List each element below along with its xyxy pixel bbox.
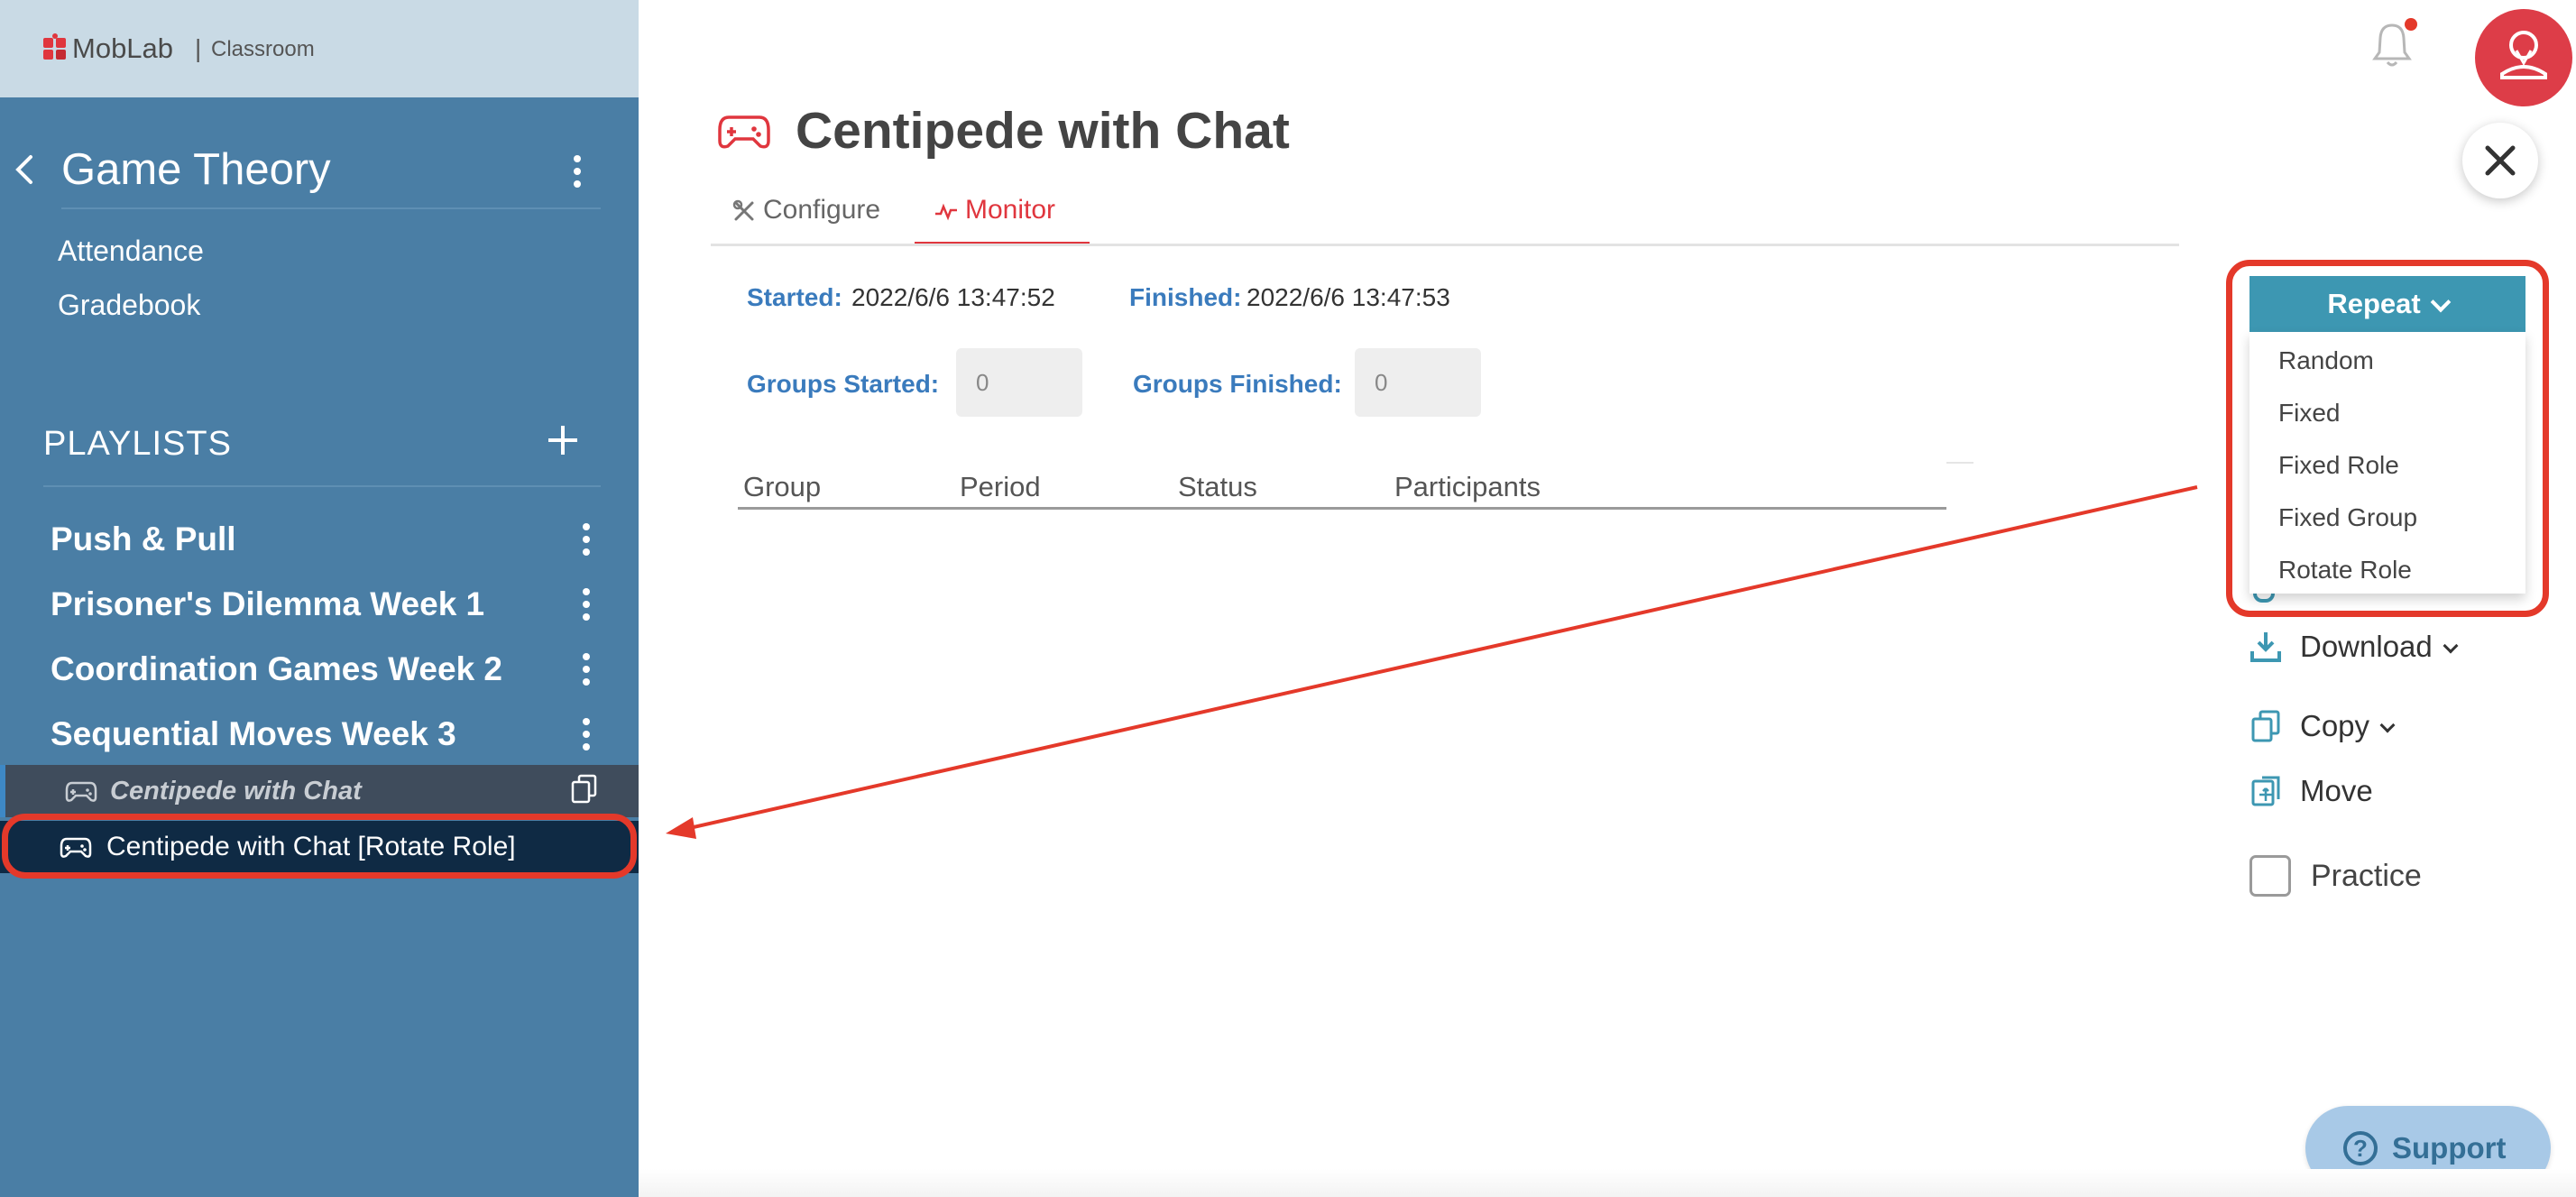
- groups-started-label: Groups Started:: [747, 370, 940, 398]
- brand-separator: |: [195, 34, 202, 62]
- playlist-kebab-menu-icon[interactable]: [580, 653, 593, 689]
- column-header-status[interactable]: Status: [1178, 469, 1257, 505]
- finished-label: Finished:: [1129, 283, 1242, 311]
- moblab-logo-icon: [43, 33, 66, 60]
- finished-value: 2022/6/6 13:47:53: [1247, 283, 1450, 311]
- playlist-item[interactable]: Prisoner's Dilemma Week 1: [51, 583, 484, 626]
- column-header-period[interactable]: Period: [960, 469, 1041, 505]
- close-button[interactable]: [2462, 123, 2538, 198]
- sidebar-link-gradebook[interactable]: Gradebook: [58, 287, 200, 323]
- annotation-highlight-selected-game: [2, 814, 637, 879]
- groups-finished-value: 0: [1355, 348, 1481, 417]
- sidebar: MobLab | Classroom Game Theory Attendanc…: [0, 0, 639, 1197]
- pulse-icon: [935, 203, 957, 221]
- copy-icon[interactable]: [570, 774, 599, 805]
- started-value: 2022/6/6 13:47:52: [851, 283, 1055, 311]
- wrench-icon: [732, 199, 754, 221]
- user-avatar-icon[interactable]: [2475, 9, 2572, 106]
- divider: [1946, 462, 1973, 464]
- add-playlist-plus-icon[interactable]: [545, 422, 581, 458]
- playlist-kebab-menu-icon[interactable]: [580, 523, 593, 559]
- playlist-item[interactable]: Sequential Moves Week 3: [51, 713, 456, 756]
- tab-label: Configure: [763, 195, 881, 225]
- page-title: Centipede with Chat: [796, 102, 1290, 160]
- practice-label[interactable]: Practice: [2311, 857, 2422, 895]
- support-label: Support: [2392, 1131, 2507, 1165]
- tab-label: Monitor: [965, 195, 1056, 225]
- chevron-left-icon[interactable]: [13, 153, 34, 186]
- playlist-item[interactable]: Coordination Games Week 2: [51, 648, 502, 691]
- game-item-label: Centipede with Chat: [110, 777, 362, 806]
- copy-label: Copy: [2300, 709, 2370, 742]
- started-label: Started:: [747, 283, 842, 311]
- game-item-active[interactable]: Centipede with Chat: [0, 765, 639, 817]
- playlist-kebab-menu-icon[interactable]: [580, 718, 593, 754]
- move-icon: [2251, 776, 2280, 806]
- download-icon: [2250, 632, 2281, 662]
- groups-finished-label: Groups Finished:: [1133, 370, 1342, 398]
- table-header-divider: [738, 507, 1946, 510]
- chevron-down-icon: [2379, 717, 2396, 733]
- divider: [43, 485, 601, 487]
- divider: [61, 207, 601, 209]
- annotation-highlight-repeat-menu: [2226, 260, 2549, 617]
- tab-configure[interactable]: Configure: [732, 189, 880, 245]
- gamepad-icon: [65, 781, 97, 802]
- gamepad-icon: [718, 115, 770, 149]
- groups-started-value: 0: [956, 348, 1082, 417]
- chevron-down-icon: [2443, 638, 2459, 654]
- copy-icon: [2251, 710, 2280, 742]
- close-icon: [2485, 145, 2516, 176]
- playlist-kebab-menu-icon[interactable]: [580, 588, 593, 624]
- download-label: Download: [2300, 630, 2433, 663]
- tabs-divider: [711, 244, 2179, 246]
- sidebar-link-attendance[interactable]: Attendance: [58, 233, 204, 269]
- tab-monitor[interactable]: Monitor: [915, 189, 1090, 245]
- move-label: Move: [2300, 774, 2373, 807]
- brand-product: Classroom: [211, 37, 315, 61]
- playlist-item[interactable]: Push & Pull: [51, 518, 236, 561]
- column-header-participants[interactable]: Participants: [1394, 469, 1541, 505]
- course-kebab-menu-icon[interactable]: [571, 155, 584, 191]
- course-title[interactable]: Game Theory: [61, 143, 331, 197]
- brand-name: MobLab: [72, 32, 174, 64]
- brand-bar: MobLab | Classroom: [0, 0, 639, 97]
- question-icon: ?: [2343, 1131, 2378, 1165]
- column-header-group[interactable]: Group: [743, 469, 821, 505]
- playlists-heading: PLAYLISTS: [43, 425, 232, 463]
- practice-checkbox[interactable]: [2249, 855, 2291, 897]
- notification-badge: [2405, 18, 2417, 31]
- footer-shadow: [639, 1169, 2576, 1197]
